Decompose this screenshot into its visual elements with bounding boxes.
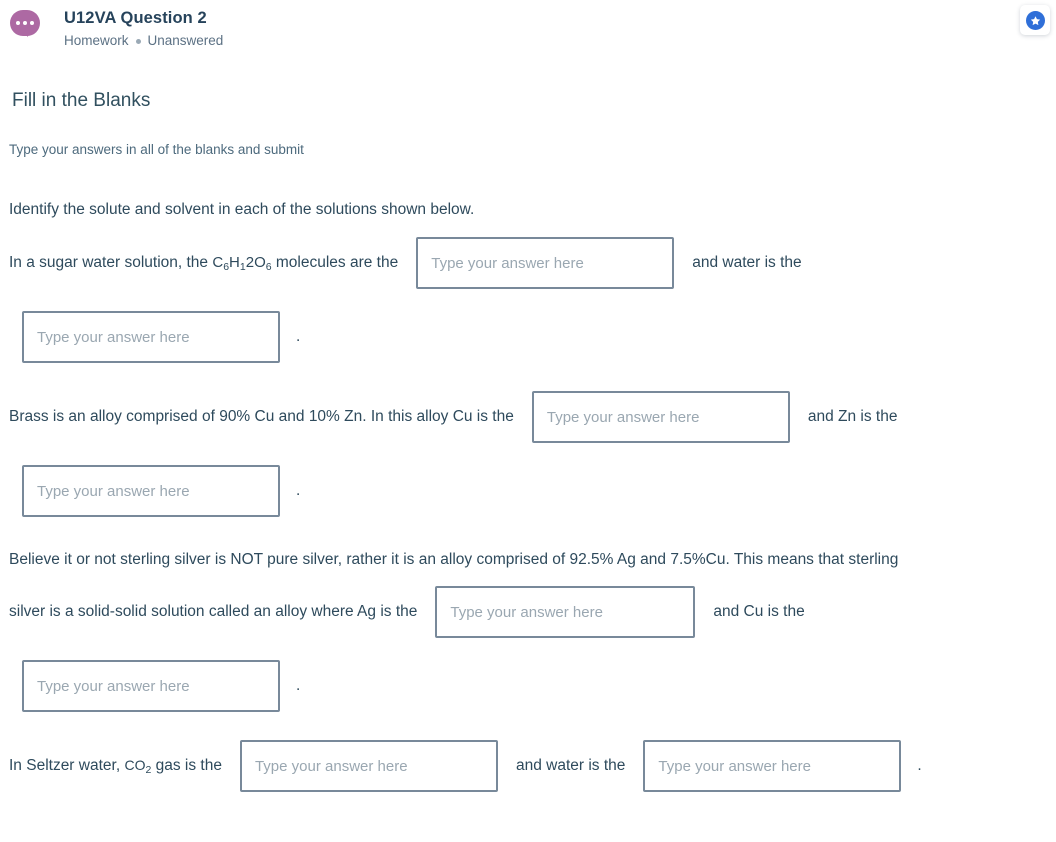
- brass-end-text: .: [296, 482, 301, 499]
- header-subtitle: Homework Unanswered: [64, 32, 1056, 50]
- question-header: U12VA Question 2 Homework Unanswered: [0, 0, 1056, 62]
- answer-input-sugar-solvent[interactable]: [22, 311, 280, 363]
- assignment-category: Homework: [64, 33, 129, 48]
- answer-input-sugar-solute[interactable]: [416, 237, 675, 289]
- star-badge-icon: [1025, 10, 1045, 30]
- answer-input-silver-solvent[interactable]: [435, 586, 696, 638]
- glucose-formula: C6H12O6: [212, 253, 272, 273]
- sugar-end-text: .: [296, 328, 301, 345]
- page-title: U12VA Question 2: [64, 9, 207, 27]
- answer-input-brass-solvent[interactable]: [531, 391, 790, 443]
- seltzer-end-text: .: [917, 757, 922, 774]
- blank-item-brass-line1: Brass is an alloy comprised of 90% Cu an…: [9, 391, 1056, 443]
- answer-input-seltzer-solvent[interactable]: [643, 740, 902, 792]
- brass-lead-text: Brass is an alloy comprised of 90% Cu an…: [9, 408, 514, 425]
- blank-item-sugar-line1: In a sugar water solution, the C6H12O6 m…: [9, 237, 1056, 289]
- brass-mid-text: and Zn is the: [807, 408, 898, 425]
- question-body: Identify the solute and solvent in each …: [0, 195, 1056, 792]
- section-title: Fill in the Blanks: [12, 90, 151, 111]
- blank-item-silver-line3: .: [9, 660, 1056, 712]
- dot-separator-icon: [135, 38, 141, 44]
- answer-input-silver-solute[interactable]: [22, 660, 280, 712]
- silver-mid-text: and Cu is the: [713, 603, 805, 620]
- carbon-dioxide-formula: CO2: [124, 757, 152, 776]
- star-badge-button[interactable]: [1020, 5, 1050, 35]
- blank-item-seltzer-line1: In Seltzer water, CO2 gas is the and wat…: [9, 740, 1056, 792]
- silver-lead-text: Believe it or not sterling silver is NOT…: [9, 551, 899, 568]
- silver-end-text: .: [296, 677, 301, 694]
- blank-item-brass-line2: .: [9, 465, 1056, 517]
- sugar-mid-text: and water is the: [692, 254, 802, 271]
- header-text-group: U12VA Question 2 Homework Unanswered: [64, 6, 1056, 50]
- blank-item-silver-line2: silver is a solid-solid solution called …: [9, 586, 1056, 638]
- section-instructions: Type your answers in all of the blanks a…: [9, 142, 304, 157]
- sugar-after-formula-text: molecules are the: [271, 254, 399, 271]
- status-badge: Unanswered: [147, 33, 224, 48]
- blank-item-sugar-line2: .: [9, 311, 1056, 363]
- seltzer-lead-text: In Seltzer water,: [9, 757, 125, 774]
- seltzer-mid-text: and water is the: [515, 757, 626, 774]
- answer-input-brass-solute[interactable]: [22, 465, 280, 517]
- chat-bubble-ellipsis-icon: [10, 10, 40, 40]
- bubble-dots: [10, 10, 40, 36]
- sugar-lead-text: In a sugar water solution, the: [9, 254, 213, 271]
- answer-input-seltzer-solute[interactable]: [239, 740, 498, 792]
- seltzer-after-formula-text: gas is the: [151, 757, 222, 774]
- silver-lead-text-line2: silver is a solid-solid solution called …: [9, 603, 418, 620]
- blank-item-silver-line1: Believe it or not sterling silver is NOT…: [9, 545, 1056, 575]
- question-prompt: Identify the solute and solvent in each …: [9, 201, 475, 218]
